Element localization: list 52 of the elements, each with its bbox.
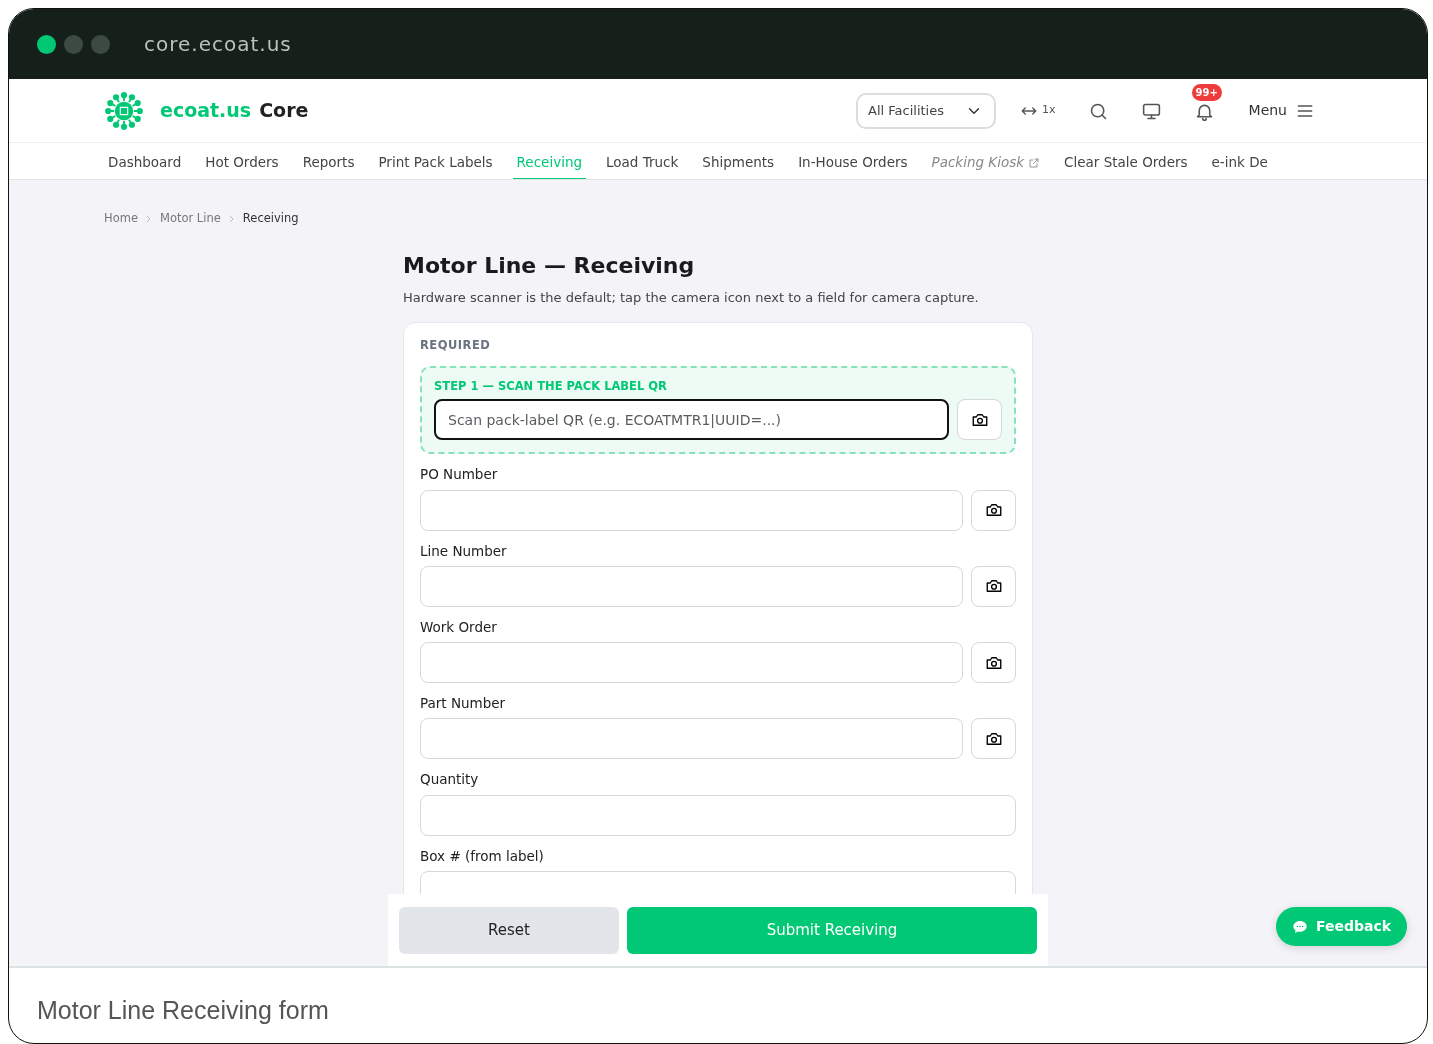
menu-button[interactable]: Menu	[1248, 100, 1287, 121]
window-dot[interactable]	[37, 34, 56, 54]
field-label: Quantity	[420, 770, 480, 790]
breadcrumb-item[interactable]: Motor Line	[159, 210, 221, 228]
field-label: Box # (from label)	[420, 846, 545, 866]
nav-tab[interactable]: e-ink De	[1207, 143, 1272, 179]
input-field[interactable]	[420, 489, 963, 531]
input-field[interactable]	[420, 794, 1016, 836]
page-title: Motor Line — Receiving	[403, 252, 696, 281]
window-dot[interactable]	[64, 34, 83, 54]
camera-button[interactable]	[971, 642, 1016, 683]
reset-button[interactable]: Reset	[399, 907, 619, 954]
camera-button[interactable]	[971, 565, 1016, 607]
camera-button[interactable]	[971, 489, 1016, 531]
section-label: REQUIRED	[420, 336, 492, 354]
nav-tab[interactable]: Shipments	[698, 143, 779, 179]
product-name: Core	[259, 98, 309, 124]
chevron-icon	[145, 214, 152, 223]
input-field[interactable]	[420, 642, 963, 683]
field-label: Part Number	[420, 694, 507, 713]
scan-field[interactable]: Scan pack-label QR (e.g. ECOATMTR1|UUID=...)	[434, 399, 949, 441]
field-label: PO Number	[420, 465, 499, 485]
camera-icon	[984, 501, 1003, 519]
input-field[interactable]	[420, 718, 963, 760]
nav-tab[interactable]: Print Pack Labels	[374, 143, 497, 179]
logo-icon	[104, 90, 144, 131]
nav-tab[interactable]: Reports	[298, 143, 359, 179]
chat-icon	[1291, 918, 1308, 935]
nav-tab[interactable]: Packing Kiosk	[927, 143, 1045, 179]
nav-tab[interactable]: In-House Orders	[794, 143, 912, 179]
breadcrumb-item[interactable]: Home	[104, 210, 138, 228]
external-link-icon[interactable]	[1028, 156, 1041, 169]
brand-name: ecoat.us	[160, 98, 252, 124]
nav-tab[interactable]: Hot Orders	[201, 143, 283, 179]
page-subtitle: Hardware scanner is the default; tap the camera icon next to a field for camera capture.	[403, 289, 980, 308]
nav-tab[interactable]: Dashboard	[104, 143, 186, 179]
facility-select[interactable]: All Facilities	[856, 92, 997, 129]
zoom-level[interactable]: 1x	[1042, 102, 1056, 119]
chevron-icon	[228, 214, 235, 223]
notification-badge: 99+	[1191, 83, 1222, 101]
scan-label: STEP 1 — SCAN THE PACK LABEL QR	[434, 378, 668, 395]
window-dot[interactable]	[91, 34, 110, 54]
field-label: Line Number	[420, 541, 508, 561]
window-title: core.ecoat.us	[144, 31, 292, 58]
breadcrumb-item: Receiving	[242, 210, 299, 227]
camera-button[interactable]	[971, 718, 1016, 760]
nav-tab[interactable]: Clear Stale Orders	[1060, 143, 1192, 179]
nav-tab[interactable]: Load Truck	[602, 143, 683, 179]
input-field[interactable]	[420, 565, 963, 607]
caption: Motor Line Receiving form	[37, 996, 329, 1024]
field-label: Work Order	[420, 617, 498, 637]
camera-button[interactable]	[957, 399, 1002, 441]
